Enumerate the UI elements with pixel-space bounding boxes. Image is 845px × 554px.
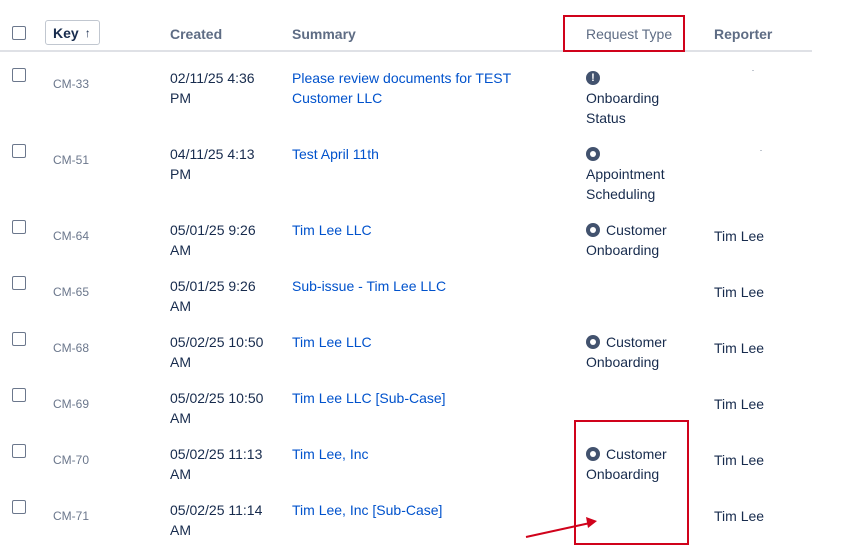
annotation-arrow-icon [525,517,597,538]
